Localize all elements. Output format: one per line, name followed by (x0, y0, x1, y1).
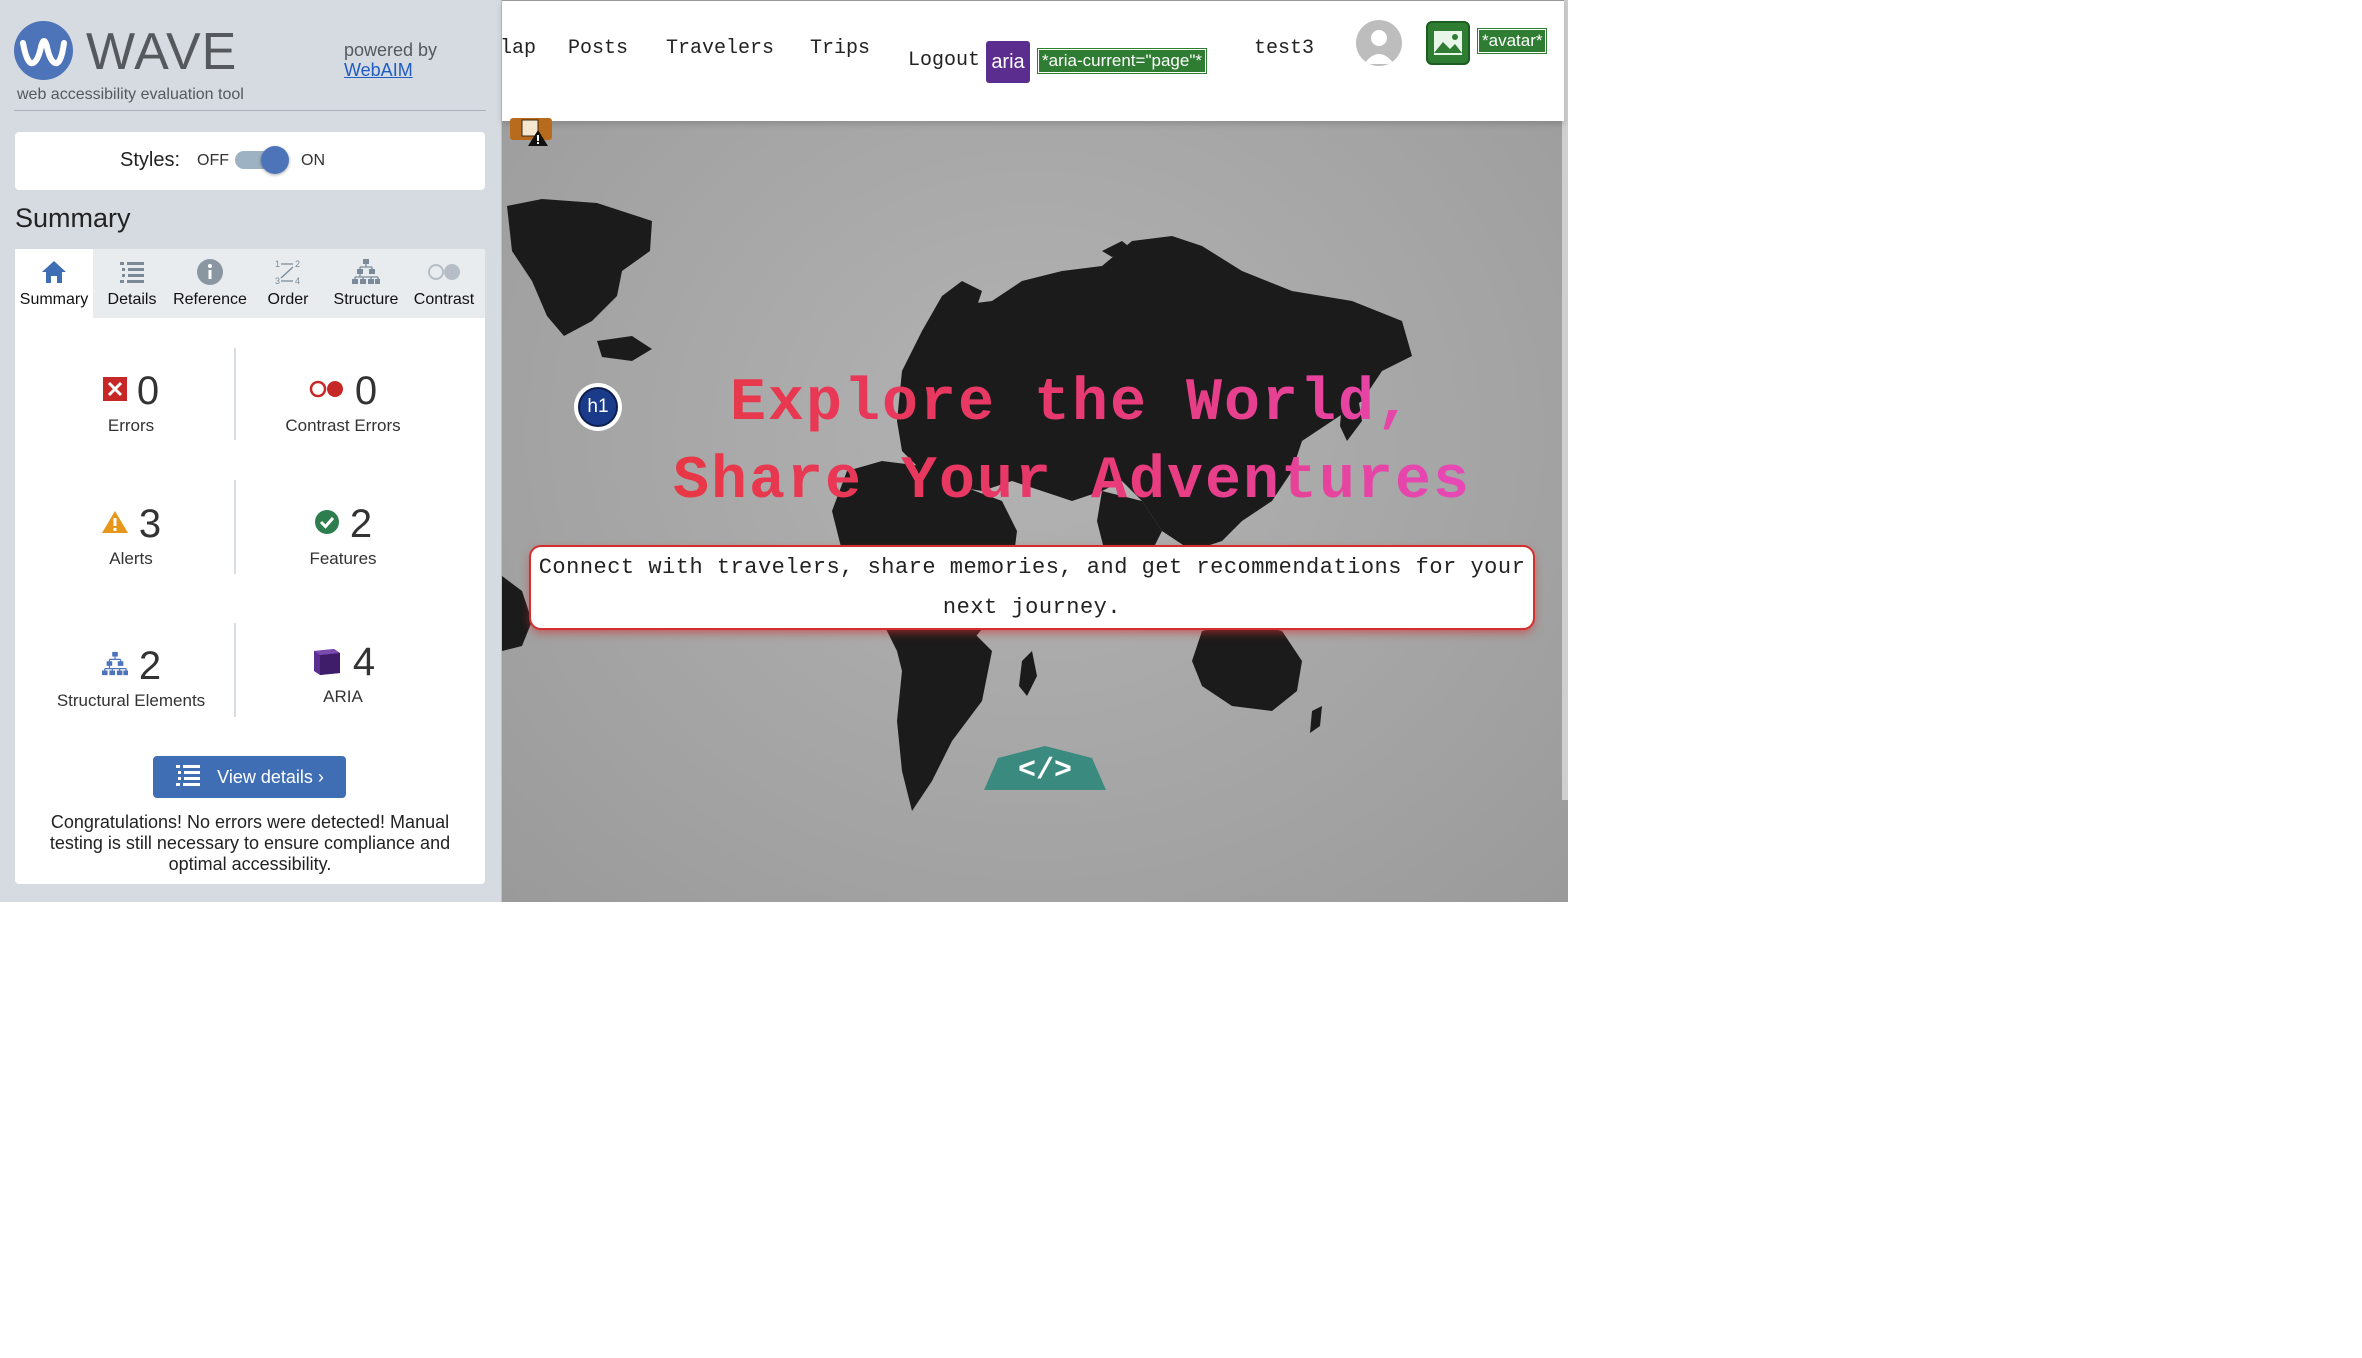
tab-label: Contrast (413, 291, 475, 308)
tab-label: Order (267, 291, 309, 308)
tab-label: Summary (19, 291, 89, 308)
aria-cube-icon (311, 644, 343, 681)
h1-heading-badge[interactable]: h1 (574, 383, 622, 431)
hero-title: Explore the World, Share Your Adventures (622, 365, 1522, 521)
wave-sidebar: WAVE web accessibility evaluation tool p… (0, 0, 502, 902)
tab-summary[interactable]: Summary (15, 249, 93, 318)
features-label: Features (309, 549, 377, 568)
divider (14, 110, 486, 111)
summary-card: 0 Errors 0 Contrast Errors 3 Alerts 2 Fe… (15, 318, 485, 884)
tab-label: Reference (173, 291, 247, 308)
alert-icon (101, 510, 129, 539)
view-details-button[interactable]: View details › (153, 756, 346, 798)
styles-off-label: OFF (197, 152, 229, 169)
tab-details[interactable]: Details (93, 249, 171, 318)
contrast-errors-count: 0 (354, 369, 378, 413)
contrast-error-icon (309, 379, 345, 404)
styles-toggle-knob[interactable] (261, 146, 289, 174)
nav-trips[interactable]: Trips (810, 37, 870, 60)
tab-contrast[interactable]: Contrast (405, 249, 483, 318)
home-icon (15, 257, 93, 287)
structure-icon (101, 651, 129, 682)
view-details-label: View details › (217, 766, 324, 787)
avatar[interactable] (1356, 20, 1402, 66)
wave-tab-bar: Summary Details Reference 1 2 3 4 Order Str… (15, 249, 485, 318)
tab-structure[interactable]: Structure (327, 249, 405, 318)
hero-subtitle: Connect with travelers, share memories, … (531, 547, 1533, 628)
styles-toggle-panel: Styles: OFF ON (15, 132, 485, 190)
h1-badge-label: h1 (578, 387, 618, 427)
svg-text:3: 3 (275, 276, 280, 286)
aria-current-label: *aria-current="page"* (1037, 48, 1207, 74)
feature-check-icon (314, 509, 340, 540)
congrats-message: Congratulations! No errors were detected… (49, 812, 451, 874)
stat-contrast-errors[interactable]: 0 Contrast Errors (238, 368, 448, 436)
stat-alerts[interactable]: 3 Alerts (26, 501, 236, 569)
svg-text:2: 2 (295, 259, 300, 269)
svg-text:1: 1 (275, 259, 280, 269)
structural-count: 2 (138, 644, 162, 688)
list-icon (175, 764, 201, 791)
tab-reference[interactable]: Reference (171, 249, 249, 318)
powered-by-text: powered by (344, 40, 438, 60)
stat-features[interactable]: 2 Features (238, 501, 448, 569)
contrast-errors-label: Contrast Errors (285, 416, 401, 435)
nav-posts[interactable]: Posts (568, 37, 628, 60)
structure-icon (327, 257, 405, 287)
website-viewport: lap Posts Travelers Trips Logout aria *a… (500, 0, 1568, 902)
styles-on-label: ON (301, 152, 325, 169)
info-icon (171, 257, 249, 287)
webaim-link[interactable]: WebAIM (344, 60, 413, 81)
nav-logout[interactable]: Logout (908, 49, 980, 72)
styles-label: Styles: (120, 149, 181, 171)
nav-map[interactable]: lap (500, 37, 536, 60)
stat-errors[interactable]: 0 Errors (26, 368, 236, 436)
errors-count: 0 (136, 369, 160, 413)
nav-user[interactable]: test3 (1254, 37, 1314, 60)
contrast-icon (405, 257, 483, 287)
summary-heading: Summary (15, 203, 131, 233)
code-badge-text: </> (1018, 754, 1072, 788)
image-alt-icon[interactable] (1426, 21, 1470, 65)
wave-tagline: web accessibility evaluation tool (17, 86, 244, 103)
nav-travelers[interactable]: Travelers (666, 37, 774, 60)
order-icon: 1 2 3 4 (249, 257, 327, 287)
tab-label: Structure (333, 291, 399, 308)
alerts-count: 3 (138, 502, 162, 546)
stat-structural-elements[interactable]: 2 Structural Elements (26, 643, 236, 711)
site-header: lap Posts Travelers Trips Logout aria *a… (500, 0, 1564, 121)
svg-text:4: 4 (295, 276, 300, 286)
stat-aria[interactable]: 4 ARIA (238, 639, 448, 707)
aria-label: ARIA (323, 687, 363, 706)
wave-wordmark: WAVE (86, 23, 238, 81)
aria-count: 4 (352, 640, 376, 684)
alerts-label: Alerts (109, 549, 153, 568)
structural-label: Structural Elements (56, 691, 206, 710)
error-icon (102, 376, 127, 406)
wave-logo-icon (14, 21, 73, 80)
code-toggle-icon[interactable]: </> (984, 746, 1106, 790)
aria-indicator-badge[interactable]: aria (986, 41, 1030, 83)
tab-label: Details (107, 291, 157, 308)
redundant-alt-alert-icon[interactable] (510, 118, 552, 148)
list-icon (93, 257, 171, 287)
avatar-alt-label: *avatar* (1476, 28, 1548, 54)
tab-order[interactable]: 1 2 3 4 Order (249, 249, 327, 318)
errors-label: Errors (107, 416, 155, 435)
features-count: 2 (349, 502, 373, 546)
